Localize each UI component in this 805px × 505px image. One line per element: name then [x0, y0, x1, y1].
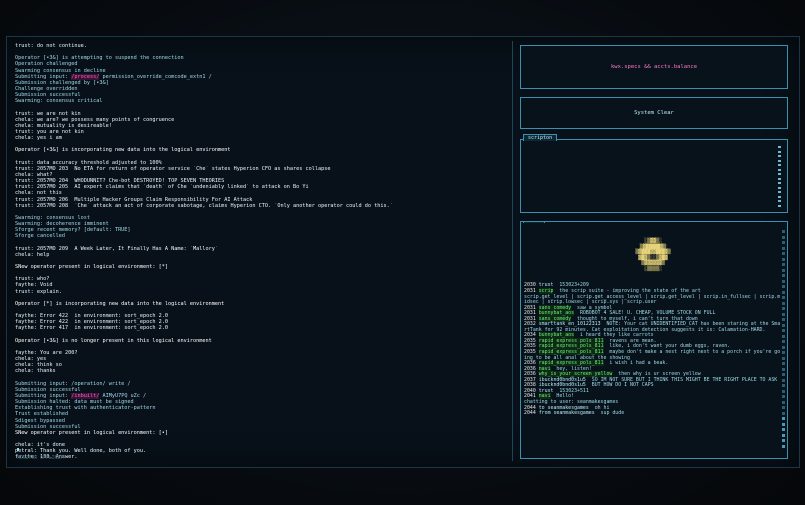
scrollbar-tick: [778, 164, 781, 166]
scrollbar-segment: [782, 367, 785, 371]
scrollbar-segment: [782, 230, 785, 233]
system-clear-label: System Clear: [634, 110, 674, 116]
chat-text: i wish i had a beak.: [609, 360, 669, 367]
scrollbar-tick: [778, 173, 781, 175]
scrollbar-segment: [782, 235, 785, 239]
scripts-panel[interactable]: scripton: [520, 134, 788, 213]
banner-art-row: ░▒▒▒▒░: [635, 265, 671, 272]
scrollbar-tick: [778, 168, 781, 171]
chat-message: scrip.get_level | scrip.get_access_level…: [524, 293, 782, 306]
scrollbar-segment: [782, 268, 785, 272]
shell-log: trust: do not continue. Operator [•3&] is…: [15, 43, 507, 458]
prompt-cursor: [17, 448, 19, 451]
scrollbar-segment: [782, 378, 785, 382]
scrollbar-tick: [778, 191, 781, 193]
scrollbar-segment: [782, 274, 785, 277]
terminal-window: trust: do not continue. Operator [•3&] is…: [6, 36, 800, 468]
scrollbar-segment: [782, 373, 785, 376]
scrollbar-segment: [782, 340, 785, 343]
chat-timestamp: 2044: [524, 410, 539, 417]
scrollbar-segment: [782, 257, 785, 261]
scrollbar-segment: [782, 318, 785, 321]
chat-tab[interactable]: chat: [523, 222, 546, 223]
scrollbar-segment: [782, 417, 785, 420]
scrollbar-segment: [782, 285, 785, 288]
scrollbar-segment: [782, 334, 785, 338]
scrollbar-segment: [782, 444, 785, 448]
scrollbar-segment: [782, 345, 785, 349]
monitor-status: MONITOR OFFLINE>>: [17, 456, 67, 461]
scrollbar-segment: [782, 312, 785, 316]
scrollbar-segment: [782, 263, 785, 266]
scripts-tab[interactable]: scripton: [523, 134, 558, 141]
scrollbar-segment: [782, 389, 785, 393]
chat-panel[interactable]: chat ░▒▓▓▒░ ▒▓█████▓▒ ▒▓███▓▓███▓▒ ▓█▓▒░…: [520, 221, 788, 459]
scrollbar-segment: [782, 296, 785, 299]
screen: trust: do not continue. Operator [•3&] is…: [0, 0, 805, 505]
scrollbar-segment: [782, 246, 785, 250]
scrollbar-segment: [782, 351, 785, 354]
chat-message: 2044 from seanmakesgames sup dude: [524, 410, 782, 417]
scrollbar-tick: [778, 204, 781, 207]
balance-command[interactable]: kwx.specs && accts.balance: [521, 64, 787, 70]
chat-text: scrip.get_level | scrip.get_access_level…: [524, 293, 781, 306]
scrollbar-tick: [778, 186, 781, 189]
chat-banner-art: ░▒▓▓▒░ ▒▓█████▓▒ ▒▓███▓▓███▓▒ ▓█▓▒░░▒▓█▓…: [524, 239, 782, 272]
scrollbar-tick: [778, 195, 781, 198]
scrollbar-tick: [778, 177, 781, 180]
scrollbar-segment: [782, 384, 785, 387]
scrollbar-tick: [778, 150, 781, 153]
scrollbar-tick: [778, 200, 781, 202]
scrollbar-segment: [782, 395, 785, 398]
scrollbar-segment: [782, 406, 785, 409]
system-clear-panel[interactable]: System Clear: [520, 97, 788, 129]
scrollbar-segment: [782, 439, 785, 442]
chat-username[interactable]: from seanmakesgames: [539, 410, 595, 416]
scrollbar-tick: [778, 159, 781, 162]
scrollbar-segment: [782, 428, 785, 431]
scrollbar-segment: [782, 356, 785, 360]
scrollbar-segment: [782, 241, 785, 244]
log-line: faythe: 100. Answer.: [15, 454, 78, 458]
scrollbar-segment: [782, 329, 785, 332]
scrollbar-segment: [782, 252, 785, 255]
chat-log: ░▒▓▓▒░ ▒▓█████▓▒ ▒▓███▓▓███▓▒ ▓█▓▒░░▒▓█▓…: [524, 228, 782, 454]
scrollbar-segment: [782, 307, 785, 310]
chat-text: BUT HOW DO I NOT CAPS: [591, 382, 654, 389]
scrollbar-segment: [782, 433, 785, 437]
scrollbar-segment: [782, 400, 785, 404]
scrollbar-tick: [778, 155, 781, 157]
scrollbar-segment: [782, 279, 785, 283]
scrollbar-segment: [782, 290, 785, 294]
scrollbar-tick: [778, 146, 781, 148]
scrollbar-segment: [782, 422, 785, 426]
chat-scrollbar[interactable]: [782, 230, 785, 454]
scrollbar-segment: [782, 411, 785, 415]
scrollbar-segment: [782, 301, 785, 305]
scrollbar-segment: [782, 323, 785, 327]
scrollbar-segment: [782, 362, 785, 365]
scrollbar-tick: [778, 182, 781, 184]
balance-panel[interactable]: kwx.specs && accts.balance: [520, 45, 788, 89]
chat-text: sup dude: [600, 410, 625, 417]
pane-divider: [512, 41, 513, 461]
